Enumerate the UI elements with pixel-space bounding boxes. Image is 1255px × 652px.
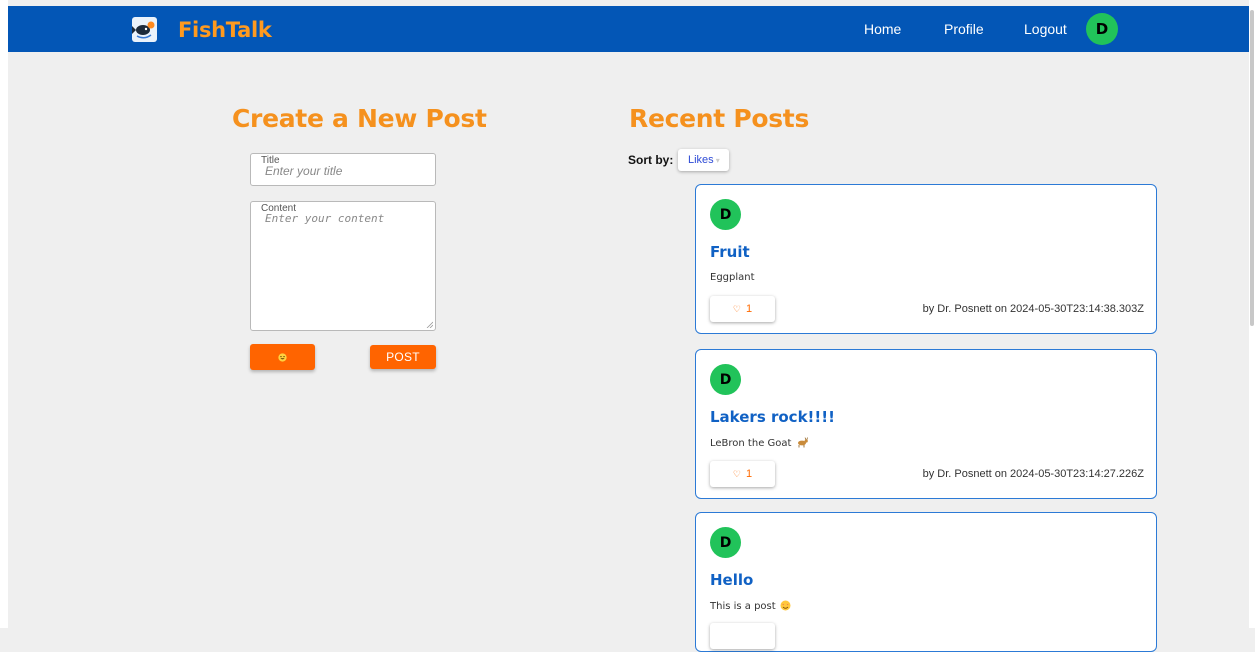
create-post-heading: Create a New Post [232,104,487,133]
heart-icon: ♡ [732,303,741,314]
smiley-icon [278,352,287,362]
post-card: D Hello This is a post [695,512,1157,652]
content-textarea[interactable] [265,212,427,320]
chevron-down-icon: ▾ [715,155,720,165]
post-title: Lakers rock!!!! [710,408,835,426]
nav-home-link[interactable]: Home [864,21,901,37]
post-author-avatar[interactable]: D [710,199,741,230]
sort-select[interactable]: Likes ▾ [678,149,729,171]
title-field[interactable]: Title [250,153,436,186]
post-meta: by Dr. Posnett on 2024-05-30T23:14:27.22… [922,468,1144,480]
emoji-picker-button[interactable] [250,344,315,370]
resize-grip-icon[interactable] [426,321,433,328]
like-count: 1 [745,303,753,315]
like-count: 1 [745,468,753,480]
recent-posts-heading: Recent Posts [629,104,810,133]
post-title: Hello [710,571,754,589]
heart-face-icon [780,600,791,611]
like-button[interactable] [710,623,775,649]
heart-icon: ♡ [732,468,741,479]
post-content-text: This is a post [710,601,776,612]
navbar: FishTalk Home Profile Logout D [8,6,1249,52]
nav-logout-link[interactable]: Logout [1024,21,1067,37]
page-left-edge [0,0,8,628]
post-content: This is a post [710,600,791,612]
sort-label: Sort by: [628,153,674,167]
post-author-avatar[interactable]: D [710,364,741,395]
brand-name[interactable]: FishTalk [178,18,272,42]
sort-select-value: Likes [688,154,714,166]
goat-icon [797,437,808,448]
like-button[interactable]: ♡ 1 [710,296,775,322]
post-content-text: Eggplant [710,272,755,283]
post-meta: by Dr. Posnett on 2024-05-30T23:14:38.30… [922,303,1144,315]
post-title: Fruit [710,243,750,261]
post-content-text: LeBron the Goat [710,438,792,449]
title-input[interactable] [265,164,425,178]
user-avatar[interactable]: D [1086,13,1118,45]
post-card: D Lakers rock!!!! LeBron the Goat ♡ 1 by… [695,349,1157,499]
nav-profile-link[interactable]: Profile [944,21,984,37]
post-button[interactable]: POST [370,345,436,369]
content-field[interactable]: Content [250,201,436,331]
scrollbar-thumb[interactable] [1250,10,1254,326]
post-content: LeBron the Goat [710,437,808,449]
vertical-scrollbar[interactable] [1249,0,1255,628]
post-author-avatar[interactable]: D [710,527,741,558]
post-content: Eggplant [710,272,755,283]
post-card: D Fruit Eggplant ♡ 1 by Dr. Posnett on 2… [695,184,1157,334]
fish-logo-icon[interactable] [132,17,157,42]
like-button[interactable]: ♡ 1 [710,461,775,487]
